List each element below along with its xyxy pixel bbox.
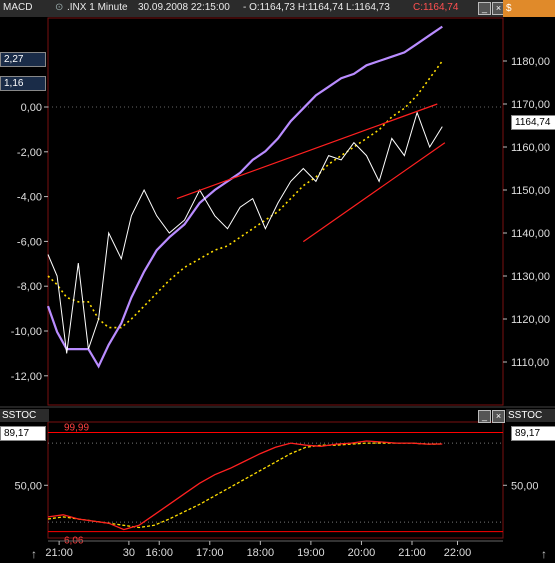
right-tick-label: 1160,00 — [511, 142, 550, 154]
sub-close-icon[interactable]: × — [492, 410, 505, 423]
right-tick-label: 1130,00 — [511, 271, 550, 283]
x-tick-label: 18:00 — [247, 547, 275, 559]
stoch-k-line — [47, 440, 443, 531]
x-tick-label: 30 — [123, 547, 135, 559]
header-close: C:1164,74 — [413, 2, 459, 13]
x-tick-label: 16:00 — [145, 547, 173, 559]
trendline — [302, 142, 446, 243]
header-symbol: .INX 1 Minute — [67, 2, 128, 13]
right-tick-label: 1110,00 — [511, 357, 549, 369]
macd-tag-2: 1,16 — [0, 76, 46, 91]
scroll-up-right-icon[interactable]: ↑ — [541, 547, 547, 561]
right-tick-label: 1140,00 — [511, 228, 550, 240]
main-panel-label: MACD — [3, 2, 33, 13]
right-tick-label: 1120,00 — [511, 314, 550, 326]
x-tick-label: 21:00 — [398, 547, 426, 559]
right-tick-label: 1150,00 — [511, 185, 550, 197]
minimize-icon[interactable]: _ — [478, 2, 491, 15]
left-tick-label: -6,00 — [17, 236, 42, 248]
upper-bound-label: 99,99 — [64, 423, 89, 434]
pin-icon[interactable]: ⊙ — [55, 2, 63, 13]
slow-ma-line — [47, 60, 443, 329]
sub-right-tick-label: 50,00 — [511, 480, 539, 492]
x-tick-label: 21:00 — [45, 547, 73, 559]
right-tick-label: 1170,00 — [511, 99, 550, 111]
sub-panel-label: SSTOC — [0, 409, 49, 422]
left-tick-label: -12,00 — [11, 371, 42, 383]
sub-left-tick-label: 50,00 — [14, 480, 42, 492]
x-tick-label: 20:00 — [348, 547, 376, 559]
left-tick-label: -8,00 — [17, 281, 42, 293]
x-tick-label: 19:00 — [297, 547, 325, 559]
price-last-tag: 1164,74 — [511, 115, 555, 130]
left-tick-label: 0,00 — [21, 102, 42, 114]
trendline — [176, 103, 438, 200]
right-top-tab: $ — [503, 0, 555, 17]
chart-canvas: 0,00 -2,00 -4,00 -6,00 -8,00 -10,00 -12,00 1180… — [0, 17, 555, 559]
left-tick-label: -10,00 — [11, 326, 42, 338]
price-line — [47, 111, 443, 354]
fast-ma-line — [46, 25, 443, 369]
stoch-d-line — [47, 442, 443, 529]
x-tick-label: 22:00 — [444, 547, 472, 559]
sstoc-tag-right: 89,17 — [511, 426, 555, 441]
chart-window: 0,00 -2,00 -4,00 -6,00 -8,00 -10,00 -12,00 1180… — [0, 0, 555, 563]
macd-tag-1: 2,27 — [0, 52, 46, 67]
left-tick-label: -2,00 — [17, 147, 42, 159]
sub-minimize-icon[interactable]: _ — [478, 410, 491, 423]
scroll-up-left-icon[interactable]: ↑ — [31, 547, 37, 561]
sub-panel-label-right: SSTOC — [506, 409, 555, 422]
right-tick-label: 1180,00 — [511, 56, 550, 68]
main-plot-frame — [47, 17, 504, 406]
x-tick-label: 17:00 — [196, 547, 224, 559]
sub-plot-frame — [47, 421, 504, 539]
left-tick-label: -4,00 — [17, 192, 42, 204]
sstoc-tag-left: 89,17 — [0, 426, 46, 441]
header-datetime: 30.09.2008 22:15:00 — [138, 2, 230, 13]
header-ohl: - O:1164,73 H:1164,74 L:1164,73 — [243, 2, 390, 13]
